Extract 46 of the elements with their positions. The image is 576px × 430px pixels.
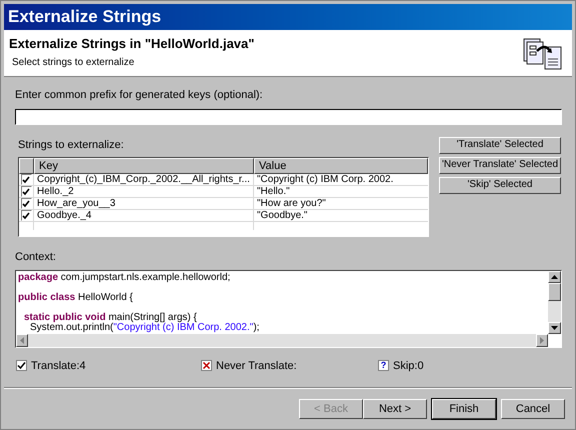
wizard-button[interactable]: Cancel [501,399,565,419]
action-button[interactable]: 'Skip' Selected [439,176,561,194]
table-cell: Copyright_(c)_IBM_Corp._2002.__All_rights_r... [34,174,254,186]
code-line: public class HelloWorld { [18,292,133,302]
header-subtitle: Select strings to externalize [12,56,136,70]
table-cell: Goodbye._4 [34,210,254,222]
column-header[interactable]: Key [34,158,254,174]
summary-label: Never Translate: [216,358,297,374]
table-row[interactable]: Goodbye._4 "Goodbye." [19,210,428,222]
strings-label: Strings to externalize: [18,138,125,152]
prefix-label: Enter common prefix for generated keys (optional): [15,88,264,103]
table-row[interactable]: How_are_you__3 "How are you?" [19,198,428,210]
summary-label: Skip:0 [393,358,424,374]
wizard-button[interactable]: Finish [432,399,496,419]
vertical-scrollbar[interactable] [548,270,561,334]
documents-icon [523,37,563,71]
code-line: package com.jumpstart.nls.example.helloworld; [18,272,230,282]
table-cell-text: "Goodbye." [256,210,308,222]
cross-icon [201,360,212,372]
table-cell: Hello._2 [34,186,254,198]
window-title: Externalize Strings [8,6,162,28]
action-button[interactable]: 'Never Translate' Selected [439,156,561,174]
table-cell-text: "How are you?" [256,198,327,210]
question-icon: ? [378,360,389,372]
table-row[interactable]: Copyright_(c)_IBM_Corp._2002.__All_rights_r... "Copyright (c) IBM Corp. 2002. [19,174,428,186]
table-cell-text: "Hello." [256,186,291,198]
column-header[interactable]: Value [254,158,428,174]
check-icon [16,360,27,372]
wizard-button[interactable]: Next > [363,399,427,419]
context-label: Context: [15,250,57,265]
code-line: System.out.println("Copyright (c) IBM Corp. 2002."); [30,322,260,332]
checkbox[interactable] [20,186,32,197]
summary-label: Translate:4 [31,358,86,374]
code-line: static public void main(String[] args) { [24,312,197,322]
table-cell-text: "Copyright (c) IBM Corp. 2002. [256,174,394,186]
column-header[interactable] [19,158,34,174]
table-row[interactable]: Hello._2 "Hello." [19,186,428,198]
table-cell: How_are_you__3 [34,198,254,210]
prefix-field[interactable] [15,108,562,124]
header-title: Externalize Strings in "HelloWorld.java" [9,36,254,52]
action-button[interactable]: 'Translate' Selected [439,136,561,154]
down-arrow-icon[interactable] [551,326,558,330]
up-arrow-icon[interactable] [551,274,558,278]
checkbox[interactable] [20,174,32,185]
checkbox[interactable] [20,198,32,209]
checkbox[interactable] [20,210,32,221]
